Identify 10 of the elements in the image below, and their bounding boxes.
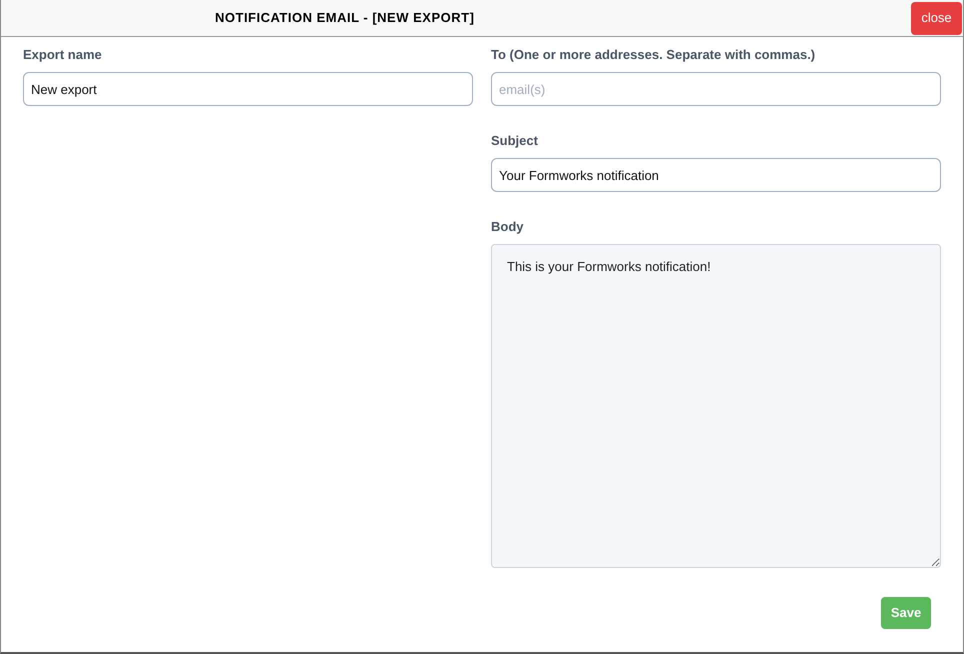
field-label: Body [491, 219, 524, 235]
email-field[interactable]: email(s) [491, 72, 941, 106]
export-name-field[interactable]: New export [23, 72, 473, 106]
close-button[interactable]: close [911, 2, 962, 34]
subject-field[interactable]: Your Formworks notification [491, 158, 941, 192]
field-label: To (One or more addresses. Separate with commas.) [491, 47, 816, 63]
body-field[interactable]: This is your Formworks notification! [491, 244, 941, 568]
window-title: NOTIFICATION EMAIL - [NEW EXPORT] [215, 10, 474, 25]
field-label: Export name [23, 47, 103, 63]
field-label: Subject [491, 133, 539, 149]
